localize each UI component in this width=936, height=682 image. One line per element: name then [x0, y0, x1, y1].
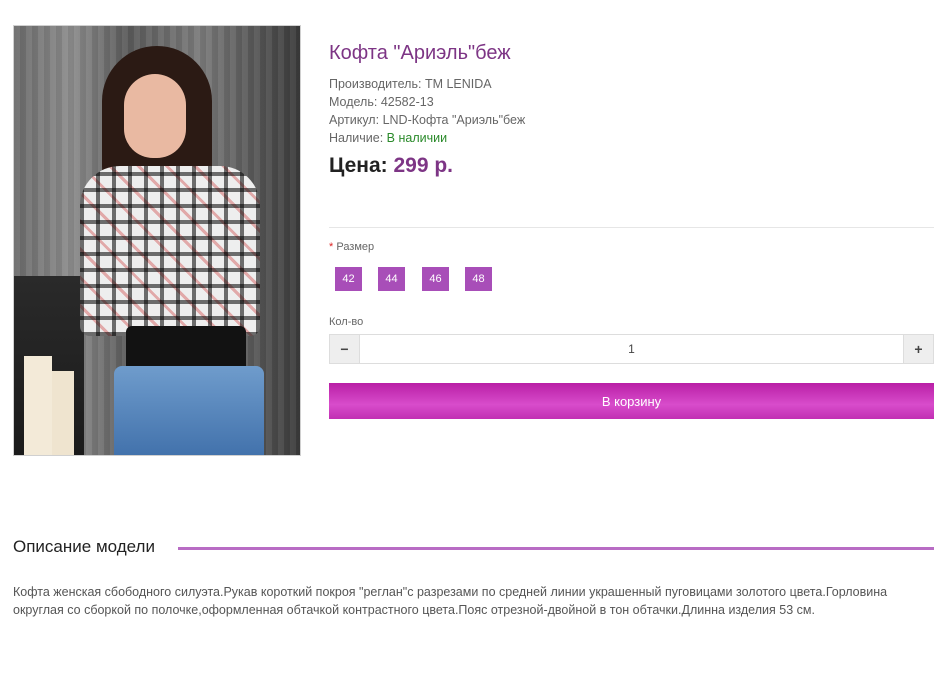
photo-model-face: [124, 74, 186, 158]
size-label-text: Размер: [336, 241, 375, 253]
price-label: Цена:: [329, 154, 388, 177]
sku-label: Артикул:: [329, 113, 380, 127]
size-option-48[interactable]: 48: [465, 267, 492, 291]
add-to-cart-button[interactable]: В корзину: [329, 383, 934, 419]
description-heading-rule: [178, 547, 934, 550]
sku-row: Артикул: LND-Кофта "Ариэль"беж: [329, 113, 525, 127]
size-option-46[interactable]: 46: [422, 267, 449, 291]
manufacturer-row: Производитель: TM LENIDA: [329, 77, 492, 91]
size-option-44[interactable]: 44: [378, 267, 405, 291]
model-value: 42582-13: [380, 95, 434, 109]
availability-status: В наличии: [386, 131, 448, 145]
plus-icon: +: [914, 341, 923, 357]
quantity-stepper: − +: [329, 334, 934, 364]
quantity-input[interactable]: [360, 334, 903, 364]
sku-value: LND-Кофта "Ариэль"беж: [382, 113, 526, 127]
product-title: Кофта "Ариэль"беж: [329, 42, 511, 64]
size-label: * Размер: [329, 241, 374, 253]
manufacturer-label: Производитель:: [329, 77, 422, 91]
photo-blouse: [80, 166, 260, 336]
price-value: 299 р.: [393, 154, 454, 177]
minus-icon: −: [340, 341, 349, 357]
model-row: Модель: 42582-13: [329, 95, 434, 109]
manufacturer-link[interactable]: TM LENIDA: [425, 77, 492, 91]
model-label: Модель:: [329, 95, 378, 109]
quantity-increase-button[interactable]: +: [903, 334, 934, 364]
divider: [329, 227, 934, 228]
photo-jeans: [114, 366, 264, 455]
availability-row: Наличие: В наличии: [329, 131, 447, 145]
product-image[interactable]: [13, 25, 301, 456]
description-heading: Описание модели: [13, 537, 155, 556]
required-mark: *: [329, 241, 334, 253]
availability-label: Наличие:: [329, 131, 384, 145]
photo-candle: [24, 356, 52, 455]
description-text: Кофта женская сбободного силуэта.Рукав к…: [13, 585, 888, 617]
photo-candle-small: [52, 371, 74, 455]
size-option-42[interactable]: 42: [335, 267, 362, 291]
price: Цена: 299 р.: [329, 154, 453, 178]
quantity-label: Кол-во: [329, 316, 364, 328]
quantity-decrease-button[interactable]: −: [329, 334, 360, 364]
